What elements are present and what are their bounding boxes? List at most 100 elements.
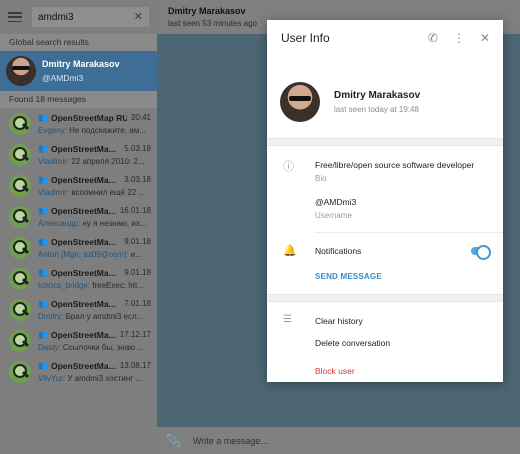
dialog-header: User Info ✆ ⋮ ✕ [267,20,503,56]
list-item[interactable]: 👥 OpenStreetMap RU 20:41 Evgeny: Не подскаж… [0,108,157,139]
notifications-toggle[interactable] [471,245,491,260]
close-icon[interactable]: ✕ [134,11,143,23]
avatar[interactable] [280,82,320,122]
search-input[interactable]: amdmi3 ✕ [32,7,149,27]
notifications-label: Notifications [315,245,362,256]
message-input[interactable]: Write a message... [193,436,268,446]
send-message-button[interactable]: SEND MESSAGE [315,272,382,281]
user-info-dialog: User Info ✆ ⋮ ✕ Dmitry Marakasov last se… [267,20,503,382]
profile-name: Dmitry Marakasov [334,90,421,101]
message-sender: tchncs_bridge: [38,280,91,290]
group-icon: 👥 [38,361,48,370]
search-bar: amdmi3 ✕ [0,0,157,34]
message-preview: ну я незнаю, их... [82,218,147,228]
message-sender: Dasty: [38,342,61,352]
phone-icon[interactable]: ✆ [428,31,438,45]
message-preview: и... [130,249,142,259]
list-item[interactable]: 👥 OpenStreetMa... 9.01.18 tchncs_bridge: fr… [0,263,157,294]
group-icon: 👥 [38,268,48,277]
clear-history-button[interactable]: Clear history [315,316,363,326]
list-item[interactable]: 👥 OpenStreetMa... 3.03.18 Vladimir: вспомни… [0,170,157,201]
list-icon: ☰ [283,314,292,325]
composer[interactable]: 📎 Write a message... [157,427,520,454]
divider [267,294,503,302]
chat-name: OpenStreetMa... [50,174,116,185]
message-preview: freeExec: htt... [92,280,144,290]
chat-name: OpenStreetMa... [50,360,116,371]
list-item[interactable]: 👥 OpenStreetMa... 9.01.18 Anton [Mgn, az09@… [0,232,157,263]
bio-label: Bio [315,174,327,183]
message-date: 17.12.17 [119,330,151,339]
message-date: 20:41 [130,113,151,122]
found-messages-header: Found 18 messages [0,91,157,108]
avatar [9,298,31,321]
bell-icon: 🔔 [283,245,297,257]
message-date: 16.01.18 [119,206,151,215]
chat-name: OpenStreetMa... [50,298,116,309]
avatar [9,205,31,228]
message-preview: Не подскажите, ам... [69,125,146,135]
search-input-value: amdmi3 [38,11,74,23]
message-sender: VlivYur: [38,373,66,383]
more-vertical-icon[interactable]: ⋮ [453,31,465,45]
group-icon: 👥 [38,144,48,153]
message-sender: Vladimir: [38,187,70,197]
message-date: 7.01.18 [124,299,151,308]
avatar [9,329,31,352]
list-item[interactable]: 👥 OpenStreetMa... 17.12.17 Dasty: Ссылочки … [0,325,157,356]
message-sender: Evgeny: [38,125,67,135]
menu-icon[interactable] [8,12,22,22]
message-sender: Vladimir: [38,156,70,166]
avatar [9,267,31,290]
list-item[interactable]: 👥 OpenStreetMa... 13.08.17 VlivYur: У amdmi… [0,356,157,387]
message-list: 👥 OpenStreetMap RU 20:41 Evgeny: Не подскаж… [0,108,157,387]
group-icon: 👥 [38,175,48,184]
group-icon: 👥 [38,237,48,246]
message-date: 13.08.17 [119,361,151,370]
message-preview: У amdmi3 хостинг ... [67,373,143,383]
block-user-row[interactable]: Block user [267,362,503,392]
message-sender: Dmitry: [38,311,64,321]
message-preview: 22 апреля 2010: 2... [71,156,145,166]
send-message-row: SEND MESSAGE [267,268,503,294]
delete-conversation-row[interactable]: Delete conversation [267,338,503,362]
sidebar: amdmi3 ✕ Global search results Dmitry Ma… [0,0,157,454]
global-result-handle: @AMDmi3 [42,73,84,83]
message-sender: Anton [Mgn, az09@osm]: [38,249,129,259]
global-results-header: Global search results [0,34,157,51]
message-preview: Ссылочки бы, знаю ... [62,342,145,352]
paperclip-icon[interactable]: 📎 [166,434,181,448]
block-user-button[interactable]: Block user [315,366,355,376]
message-date: 5.03.18 [124,144,151,153]
username-label: Username [315,211,352,220]
chat-name: OpenStreetMa... [50,143,116,154]
username-row[interactable]: @AMDmi3 Username [267,187,503,232]
global-result-name: Dmitry Marakasov [42,59,120,69]
bio-row: ⓘ Free/libre/open source software develo… [267,146,503,187]
notifications-row[interactable]: 🔔 Notifications [267,233,503,268]
chat-title: Dmitry Marakasov [168,6,246,16]
chat-name: OpenStreetMa... [50,205,116,216]
username-value: @AMDmi3 [315,197,357,207]
chat-name: OpenStreetMa... [50,329,116,340]
chat-name: OpenStreetMa... [50,267,116,278]
delete-conversation-button[interactable]: Delete conversation [315,338,390,348]
avatar [9,236,31,259]
message-sender: Александр: [38,218,81,228]
bio-value: Free/libre/open source software develope… [315,160,475,170]
message-preview: вспомнил ещё 22 ... [71,187,146,197]
group-icon: 👥 [38,113,48,122]
profile-section: Dmitry Marakasov last seen today at 19:4… [267,56,503,138]
chat-name: OpenStreetMap RU [50,112,127,123]
profile-status: last seen today at 19:48 [334,105,419,114]
info-icon: ⓘ [283,161,294,173]
clear-history-row[interactable]: ☰ Clear history [267,302,503,338]
group-icon: 👥 [38,206,48,215]
global-result-item[interactable]: Dmitry Marakasov @AMDmi3 [0,51,157,91]
list-item[interactable]: 👥 OpenStreetMa... 5.03.18 Vladimir: 22 апре… [0,139,157,170]
list-item[interactable]: 👥 OpenStreetMa... 7.01.18 Dmitry: Брал у am… [0,294,157,325]
close-icon[interactable]: ✕ [480,31,490,45]
list-item[interactable]: 👥 OpenStreetMa... 16.01.18 Александр: ну я … [0,201,157,232]
avatar [9,360,31,383]
avatar [9,174,31,197]
